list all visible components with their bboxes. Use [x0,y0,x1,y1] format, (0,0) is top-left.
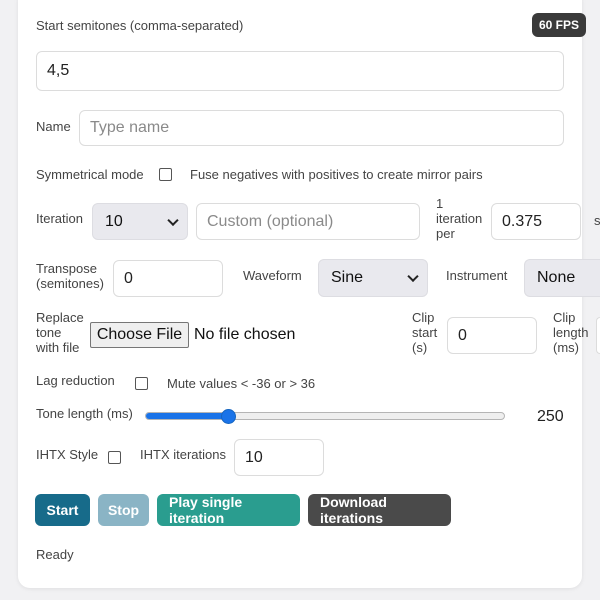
instrument-selected-value: None [537,269,576,286]
iteration-per-label-line2: iteration [436,211,483,226]
lag-reduction-checkbox[interactable] [135,377,148,390]
tone-length-slider-track[interactable] [145,412,505,420]
iteration-per-label: 1 iteration per [436,196,482,241]
tone-length-slider-fill [146,413,229,419]
iteration-per-label-line3: per [436,226,455,241]
lag-reduction-label: Lag reduction [36,373,115,388]
download-iterations-button[interactable]: Download iterations [308,494,451,526]
choose-file-button[interactable]: Choose File [90,322,189,348]
tone-length-slider-handle[interactable] [220,409,236,424]
transpose-label-line1: Transpose [36,261,97,276]
replace-tone-label-line1: Replace [36,310,84,325]
waveform-label: Waveform [243,268,302,283]
replace-tone-label-line2: tone [36,325,62,340]
ihtx-iterations-label: IHTX iterations [140,447,226,462]
clip-start-label-line2: start [412,325,438,340]
clip-length-label: Clip length (ms) [553,310,588,355]
transpose-label: Transpose (semitones) [36,261,104,291]
fps-badge: 60 FPS [532,13,586,37]
ihtx-style-label: IHTX Style [36,447,99,462]
clip-start-label-line3: (s) [412,340,428,355]
start-semitones-label: Start semitones (comma-separated) [36,18,244,33]
iteration-label: Iteration [36,211,83,226]
ihtx-iterations-input[interactable]: 10 [234,439,324,476]
clip-length-label-line1: Clip [553,310,576,325]
clip-start-label: Clip start (s) [412,310,437,355]
transpose-label-line2: (semitones) [36,276,104,291]
iteration-selected-value: 10 [105,212,123,230]
clip-start-label-line1: Clip [412,310,435,325]
clip-length-label-line3: (ms) [553,340,579,355]
status-text: Ready [36,547,74,562]
replace-tone-label-line3: with file [36,340,80,355]
ihtx-style-checkbox[interactable] [108,451,121,464]
iteration-per-label-line1: 1 [436,196,444,211]
iteration-per-input[interactable]: 0.375 [491,203,581,240]
start-semitones-input[interactable]: 4,5 [36,51,564,91]
instrument-label: Instrument [446,268,508,283]
chevron-down-icon [407,270,419,283]
clip-start-input[interactable]: 0 [447,317,537,354]
tone-length-label: Tone length (ms) [36,406,133,421]
file-status: No file chosen [194,326,296,343]
clip-length-label-line2: length [553,325,589,340]
iteration-select[interactable]: 10 [92,203,188,240]
replace-tone-label: Replace tone with file [36,310,84,355]
symmetrical-mode-checkbox[interactable] [159,168,172,181]
stop-button[interactable]: Stop [98,494,149,526]
play-single-iteration-button[interactable]: Play single iteration [157,494,300,526]
tone-length-value: 250 [537,408,564,425]
waveform-selected-value: Sine [331,269,364,286]
waveform-select[interactable]: Sine [318,259,428,297]
start-button[interactable]: Start [35,494,90,526]
chevron-down-icon [167,214,179,226]
lag-reduction-description: Mute values < -36 or > 36 [167,376,316,391]
symmetrical-mode-description: Fuse negatives with positives to create … [190,167,483,182]
name-input[interactable]: Type name [79,110,564,146]
iteration-per-unit: s [594,213,600,228]
symmetrical-mode-label: Symmetrical mode [36,167,144,182]
name-label: Name [36,119,71,134]
clip-length-input[interactable] [596,317,600,354]
transpose-input[interactable]: 0 [113,260,223,297]
instrument-select[interactable]: None [524,259,600,297]
iteration-custom-input[interactable]: Custom (optional) [196,203,420,240]
